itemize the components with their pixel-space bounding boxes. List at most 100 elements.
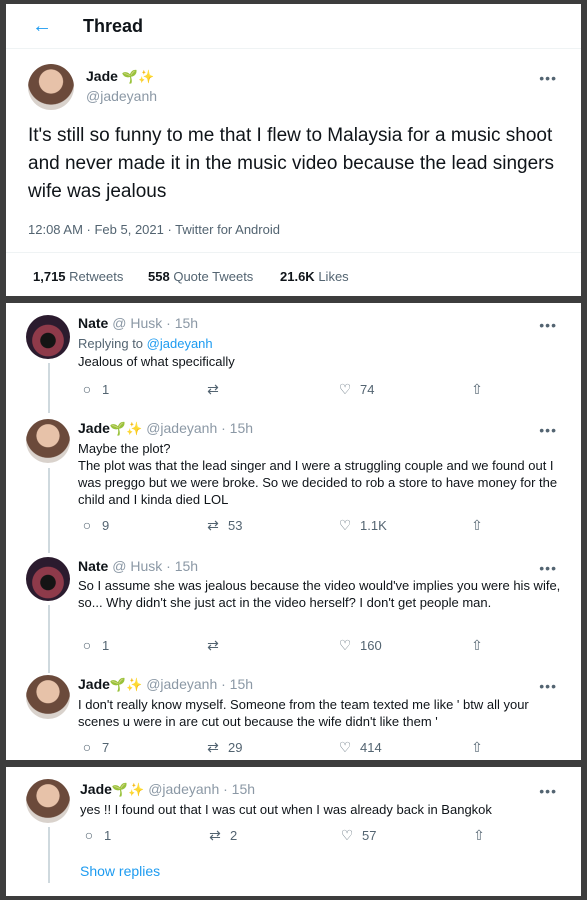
share-icon: ⇧: [471, 739, 483, 755]
back-arrow-icon[interactable]: ←: [32, 15, 52, 38]
like-button[interactable]: ♡ 160: [336, 637, 382, 654]
replying-to: Replying to @jadeyanh: [78, 336, 213, 351]
show-replies-link[interactable]: Show replies: [80, 863, 160, 879]
comment-icon: ○: [82, 381, 92, 397]
reply-header: Nate @ Husk · 15h: [78, 315, 198, 331]
reply-header: Jade🌱✨ @jadeyanh · 15h: [78, 676, 253, 693]
retweet-button[interactable]: ⇄: [204, 637, 228, 654]
author-name[interactable]: Jade: [80, 781, 112, 797]
reply-time[interactable]: · 15h: [223, 781, 255, 797]
share-icon: ⇧: [471, 517, 483, 533]
reply-header: Jade🌱✨ @jadeyanh · 15h: [78, 420, 253, 437]
author-name-row[interactable]: Jade 🌱✨: [86, 68, 154, 85]
heart-icon: ♡: [338, 637, 352, 653]
tweet-timestamp[interactable]: 12:08 AM · Feb 5, 2021 · Twitter for And…: [28, 222, 280, 237]
author-handle[interactable]: @jadeyanh: [146, 420, 217, 436]
reply-text: Maybe the plot? The plot was that the le…: [78, 441, 558, 507]
retweet-icon: ⇄: [207, 381, 219, 397]
reply-actions: ○ 1 ⇄ ♡ 74 ⇧: [6, 381, 581, 401]
avatar[interactable]: [26, 675, 70, 719]
heart-icon: ♡: [338, 381, 352, 397]
thread-header: ← Thread: [6, 4, 581, 49]
share-button[interactable]: ⇧: [468, 637, 486, 654]
reply-actions: ○ 7 ⇄ 29 ♡ 414 ⇧: [6, 739, 581, 759]
sparkles-emoji-icon: ✨: [126, 421, 143, 436]
comment-icon: ○: [82, 739, 92, 755]
share-button[interactable]: ⇧: [470, 827, 488, 844]
replying-to-handle[interactable]: @jadeyanh: [147, 336, 213, 351]
author-name[interactable]: Nate: [78, 558, 108, 574]
author-handle[interactable]: @ Husk: [112, 558, 162, 574]
avatar[interactable]: [26, 779, 70, 823]
thread-connector: [48, 468, 50, 553]
comment-icon: ○: [82, 517, 92, 533]
retweet-icon: ⇄: [207, 517, 219, 533]
reply-time[interactable]: · 15h: [221, 676, 253, 692]
retweet-button[interactable]: ⇄ 2: [206, 827, 237, 844]
author-name: Jade: [86, 68, 118, 84]
reply-button[interactable]: ○ 1: [78, 637, 109, 653]
like-button[interactable]: ♡ 74: [336, 381, 375, 398]
reply-button[interactable]: ○ 1: [78, 381, 109, 397]
comment-icon: ○: [84, 827, 94, 843]
reply-button[interactable]: ○ 9: [78, 517, 109, 533]
sparkles-emoji-icon: ✨: [128, 782, 145, 797]
author-name[interactable]: Nate: [78, 315, 108, 331]
tweet-stats: 1,715 Retweets 558 Quote Tweets 21.6K Li…: [6, 252, 581, 296]
reply-time[interactable]: · 15h: [166, 315, 198, 331]
reply-actions: ○ 9 ⇄ 53 ♡ 1.1K ⇧: [6, 517, 581, 537]
heart-icon: ♡: [338, 739, 352, 755]
sprout-emoji-icon: 🌱: [109, 677, 127, 692]
tweet-text: It's still so funny to me that I flew to…: [28, 125, 554, 202]
avatar[interactable]: [28, 64, 74, 110]
share-button[interactable]: ⇧: [468, 739, 486, 756]
author-name[interactable]: Jade: [78, 676, 110, 692]
author-handle[interactable]: @ Husk: [112, 315, 162, 331]
heart-icon: ♡: [338, 517, 352, 533]
like-button[interactable]: ♡ 414: [336, 739, 382, 756]
page-title: Thread: [83, 16, 144, 36]
author-handle[interactable]: @jadeyanh: [86, 88, 157, 104]
retweet-button[interactable]: ⇄: [204, 381, 228, 398]
heart-icon: ♡: [340, 827, 354, 843]
more-options-icon[interactable]: •••: [539, 678, 557, 694]
retweet-icon: ⇄: [207, 739, 219, 755]
retweets-count[interactable]: 1,715 Retweets: [33, 269, 123, 284]
reply-button[interactable]: ○ 7: [78, 739, 109, 755]
author-handle[interactable]: @jadeyanh: [148, 781, 219, 797]
retweet-button[interactable]: ⇄ 29: [204, 739, 242, 756]
like-button[interactable]: ♡ 1.1K: [336, 517, 387, 534]
quote-tweets-count[interactable]: 558 Quote Tweets: [148, 269, 253, 284]
share-icon: ⇧: [471, 637, 483, 653]
reply-text: yes !! I found out that I was cut out wh…: [80, 802, 492, 817]
reply-button[interactable]: ○ 1: [80, 827, 111, 843]
reply-header: Nate @ Husk · 15h: [78, 558, 198, 574]
retweet-button[interactable]: ⇄ 53: [204, 517, 242, 534]
share-button[interactable]: ⇧: [468, 517, 486, 534]
sparkles-emoji-icon: ✨: [138, 69, 155, 84]
avatar[interactable]: [26, 315, 70, 359]
author-name[interactable]: Jade: [78, 420, 110, 436]
more-options-icon[interactable]: •••: [539, 422, 557, 438]
likes-count[interactable]: 21.6K Likes: [280, 269, 349, 284]
author-handle[interactable]: @jadeyanh: [146, 676, 217, 692]
more-options-icon[interactable]: •••: [539, 560, 557, 576]
sprout-emoji-icon: 🌱: [109, 421, 127, 436]
avatar[interactable]: [26, 419, 70, 463]
retweet-icon: ⇄: [209, 827, 221, 843]
more-options-icon[interactable]: •••: [539, 70, 557, 86]
reply-header: Jade🌱✨ @jadeyanh · 15h: [80, 781, 255, 798]
like-button[interactable]: ♡ 57: [338, 827, 377, 844]
reply-text: Jealous of what specifically: [78, 354, 235, 369]
retweet-icon: ⇄: [207, 637, 219, 653]
share-button[interactable]: ⇧: [468, 381, 486, 398]
reply-time[interactable]: · 15h: [166, 558, 198, 574]
more-options-icon[interactable]: •••: [539, 317, 557, 333]
avatar[interactable]: [26, 557, 70, 601]
sprout-emoji-icon: 🌱: [111, 782, 129, 797]
reply-time[interactable]: · 15h: [221, 420, 253, 436]
share-icon: ⇧: [471, 381, 483, 397]
more-options-icon[interactable]: •••: [539, 783, 557, 799]
last-reply-panel: Jade🌱✨ @jadeyanh · 15h ••• yes !! I foun…: [6, 767, 581, 896]
sparkles-emoji-icon: ✨: [126, 677, 143, 692]
